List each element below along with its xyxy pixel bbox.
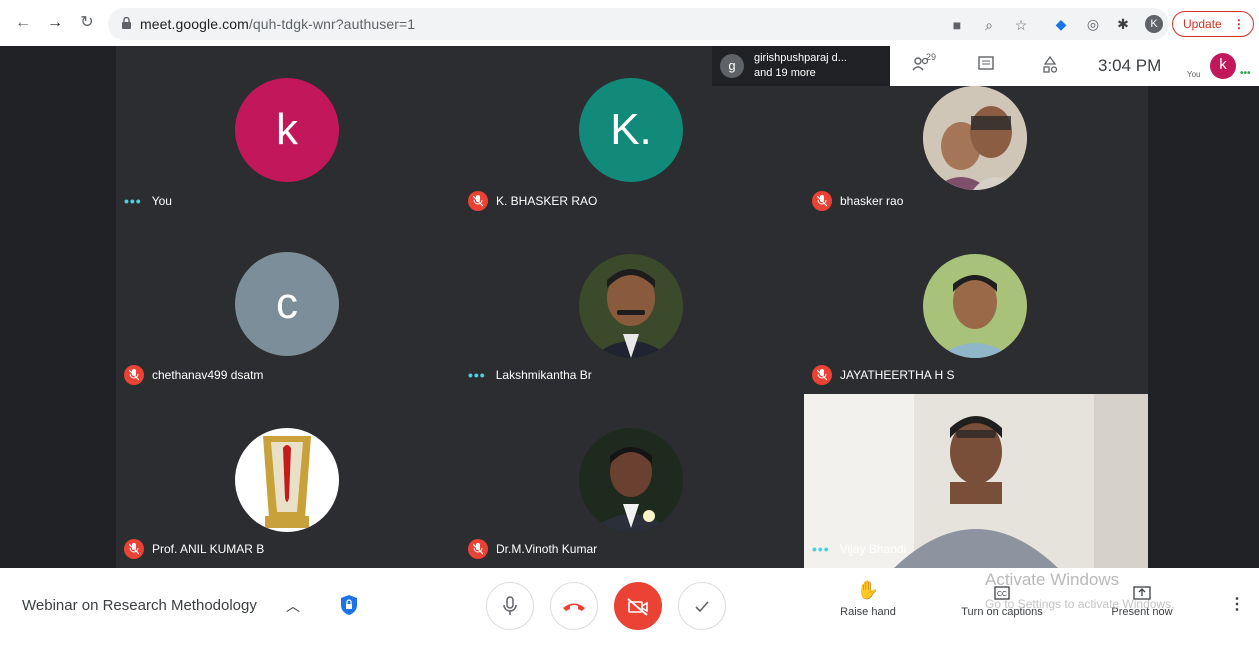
mic-off-icon [124,539,144,559]
participant-label: ••• Vijay Bhandi [812,538,906,560]
meeting-title[interactable]: Webinar on Research Methodology [22,597,257,614]
participant-tile: ••• Lakshmikantha Br [460,220,804,394]
participant-tile: k ••• You [116,46,460,220]
activate-windows-title: Activate Windows [985,570,1120,589]
participant-tile: Prof. ANIL KUMAR B [116,394,460,568]
bookmark-star-icon[interactable]: ☆ [1012,16,1030,34]
menu-kebab-icon: ⋮ [1233,17,1245,31]
meet-control-bar: Webinar on Research Methodology ︿ ✋ Rais… [0,568,1259,646]
participant-label: bhasker rao [812,190,903,212]
participant-name: chethanav499 dsatm [152,368,264,382]
participant-photo [235,428,339,532]
clock: 3:04 PM [1098,56,1162,75]
reload-icon[interactable]: ↻ [76,12,98,34]
participant-photo [579,428,683,532]
participant-label: chethanav499 dsatm [124,364,263,386]
address-bar[interactable]: meet.google.com/quh-tdgk-wnr?authuser=1 … [108,8,1169,40]
participant-tile: Dr.M.Vinoth Kumar [460,394,804,568]
participant-name: Lakshmikantha Br [495,368,592,382]
forward-arrow-icon[interactable]: → [44,12,66,34]
update-label: Update [1183,17,1222,31]
participant-name: bhasker rao [840,194,904,208]
browser-toolbar: ← → ↻ meet.google.com/quh-tdgk-wnr?authu… [0,0,1259,46]
mic-off-icon [468,539,488,559]
url-text: meet.google.com/quh-tdgk-wnr?authuser=1 [140,16,415,32]
back-arrow-icon[interactable]: ← [12,12,34,34]
more-dots-icon: ••• [812,541,830,557]
mic-off-icon [124,365,144,385]
presenter-name: girishpushparaj d... [754,52,847,64]
activate-windows-subtitle: Go to Settings to activate Windows. [985,597,1175,611]
participant-name: Dr.M.Vinoth Kumar [496,542,598,556]
avatar: k [235,78,339,182]
avatar: c [235,252,339,356]
raise-hand-label: Raise hand [840,606,896,618]
avatar: g [720,54,744,78]
participant-photo [579,254,683,358]
zoom-icon[interactable]: ⌕ [980,16,998,34]
participant-tile: c chethanav499 dsatm [116,220,460,394]
chevron-up-icon[interactable]: ︿ [286,596,300,616]
participant-name: Vijay Bhandi [839,542,907,556]
presenter-chip[interactable]: g girishpushparaj d... and 19 more [712,46,890,86]
checkmark-icon [695,601,709,613]
microphone-icon [503,596,517,615]
participant-label: Prof. ANIL KUMAR B [124,538,264,560]
confirm-button[interactable] [678,582,726,630]
url-path: /quh-tdgk-wnr?authuser=1 [248,16,416,32]
participant-tile: JAYATHEERTHA H S [804,220,1148,394]
participant-label: ••• Lakshmikantha Br [468,364,592,386]
update-button[interactable]: Update ⋮ [1172,11,1254,37]
mic-off-icon [812,191,832,211]
chat-icon[interactable] [978,56,994,75]
participant-video-tile: ••• Vijay Bhandi [804,394,1148,568]
profile-avatar[interactable]: K [1145,15,1163,33]
participant-label: JAYATHEERTHA H S [812,364,954,386]
you-label: You [1187,70,1201,79]
participant-name: JAYATHEERTHA H S [840,368,955,382]
extension-diamond-icon[interactable]: ◆ [1052,15,1070,33]
hand-icon: ✋ [856,580,880,600]
camera-icon[interactable]: ■ [948,16,966,34]
mic-off-icon [812,365,832,385]
extensions-puzzle-icon[interactable]: ✱ [1114,15,1132,33]
camera-off-icon [627,598,648,616]
more-options-icon[interactable]: ⋮ [1229,594,1245,614]
presenter-more: and 19 more [754,67,816,79]
self-avatar[interactable]: k [1210,53,1236,79]
participant-name: You [151,194,172,208]
url-host: meet.google.com [140,16,249,32]
participant-photo [923,254,1027,358]
people-count: 29 [926,52,937,62]
extension-circle-icon[interactable]: ◎ [1084,15,1102,33]
activities-icon[interactable] [1042,55,1058,77]
participant-label: Dr.M.Vinoth Kumar [468,538,597,560]
shield-lock-icon[interactable] [340,594,358,616]
microphone-button[interactable] [486,582,534,630]
more-dots-icon: ••• [468,367,486,383]
meet-top-bar: 29 3:04 PM You k ••• [890,46,1259,86]
mic-off-icon [468,191,488,211]
avatar: K. [579,78,683,182]
more-dots-icon: ••• [124,193,142,209]
camera-off-button[interactable] [614,582,662,630]
lock-icon [122,17,131,29]
participant-name: Prof. ANIL KUMAR B [152,542,265,556]
participant-label: K. BHASKER RAO [468,190,597,212]
participant-name: K. BHASKER RAO [496,194,598,208]
participant-label: ••• You [124,190,172,212]
more-dots-icon: ••• [1240,68,1251,79]
meeting-stage: k ••• You K. K. BHASKER RAO bhasker rao [0,46,1259,568]
raise-hand-button[interactable]: ✋ Raise hand [836,580,900,618]
phone-hangup-icon [563,603,585,611]
participant-photo [923,86,1027,190]
leave-call-button[interactable] [550,582,598,630]
